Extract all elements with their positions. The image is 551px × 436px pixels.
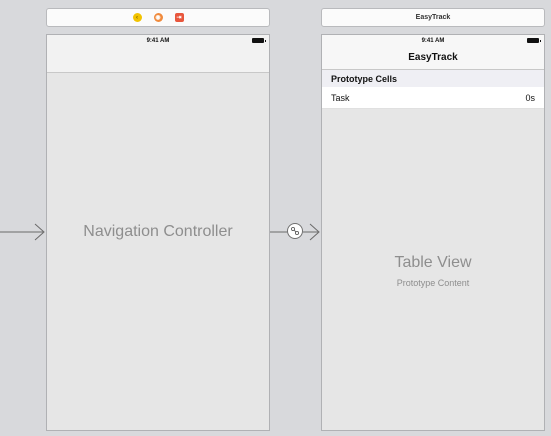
nav-controller-scene-dock[interactable]: ‹ ◉ ⇥ [46, 8, 270, 27]
navigation-controller-scene[interactable]: 9:41 AM Navigation Controller [46, 34, 270, 431]
first-responder-icon[interactable]: ◉ [153, 13, 163, 22]
status-time: 9:41 AM [421, 37, 445, 44]
exit-icon[interactable]: ⇥ [174, 13, 184, 22]
cell-title: Task [331, 92, 350, 103]
initial-view-controller-arrow[interactable] [0, 223, 45, 241]
status-time: 9:41 AM [146, 37, 170, 44]
prototype-cell[interactable]: Task 0s [322, 87, 544, 109]
cell-detail: 0s [525, 92, 535, 103]
status-bar: 9:41 AM [322, 35, 544, 46]
navigation-bar[interactable] [47, 46, 269, 73]
table-view-label: Table View [394, 254, 472, 271]
battery-icon [252, 38, 266, 43]
table-controller-scene-dock[interactable]: EasyTrack [321, 8, 545, 27]
view-controller-icon[interactable]: ‹ [132, 13, 142, 22]
status-bar: 9:41 AM [47, 35, 269, 46]
prototype-content-label: Prototype Content [396, 278, 470, 288]
table-view-controller-scene[interactable]: 9:41 AM EasyTrack Prototype Cells Task 0… [321, 34, 545, 431]
segue-icon[interactable] [287, 223, 303, 239]
section-header-label: Prototype Cells [331, 73, 398, 84]
section-header: Prototype Cells [322, 70, 544, 87]
scene-title: EasyTrack [415, 14, 451, 21]
navigation-bar[interactable]: EasyTrack [322, 46, 544, 70]
battery-icon [527, 38, 541, 43]
navigation-controller-label: Navigation Controller [83, 223, 233, 240]
nav-title[interactable]: EasyTrack [408, 52, 458, 63]
